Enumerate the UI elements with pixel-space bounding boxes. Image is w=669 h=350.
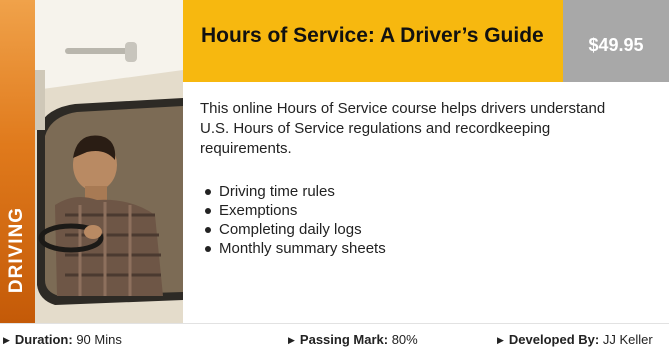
course-description: This online Hours of Service course help…: [200, 100, 606, 157]
developer-meta: ▶ Developed By: JJ Keller: [497, 332, 653, 347]
duration-value: 90 Mins: [76, 332, 122, 347]
passing-mark-value: 80%: [391, 332, 418, 347]
category-label: DRIVING: [6, 206, 27, 294]
passing-mark-meta: ▶ Passing Mark: 80%: [288, 332, 418, 347]
category-strip: DRIVING: [0, 0, 35, 323]
course-content: This online Hours of Service course help…: [183, 82, 669, 323]
arrow-right-icon: ▶: [3, 335, 10, 345]
footer-divider: [0, 323, 669, 324]
course-title: Hours of Service: A Driver’s Guide: [201, 24, 544, 47]
developer-value: JJ Keller: [602, 332, 653, 347]
topic-item: Exemptions: [205, 201, 386, 220]
course-price: $49.95: [588, 35, 644, 55]
topic-item: Driving time rules: [205, 182, 386, 201]
course-card[interactable]: DRIVING Hours of Service: A Driver’s Gui…: [0, 0, 669, 350]
duration-meta: ▶ Duration: 90 Mins: [3, 332, 122, 347]
topic-item: Monthly summary sheets: [205, 239, 386, 258]
topic-item: Completing daily logs: [205, 220, 386, 239]
duration-label: Duration:: [14, 332, 73, 347]
driver-photo: [35, 0, 183, 323]
title-bar: Hours of Service: A Driver’s Guide: [183, 0, 563, 82]
arrow-right-icon: ▶: [497, 335, 504, 345]
passing-mark-label: Passing Mark:: [299, 332, 389, 347]
arrow-right-icon: ▶: [288, 335, 295, 345]
course-image-panel: DRIVING: [0, 0, 183, 323]
developer-label: Developed By:: [508, 332, 600, 347]
price-box: $49.95: [563, 0, 669, 82]
topic-list: Driving time rules Exemptions Completing…: [205, 182, 386, 258]
